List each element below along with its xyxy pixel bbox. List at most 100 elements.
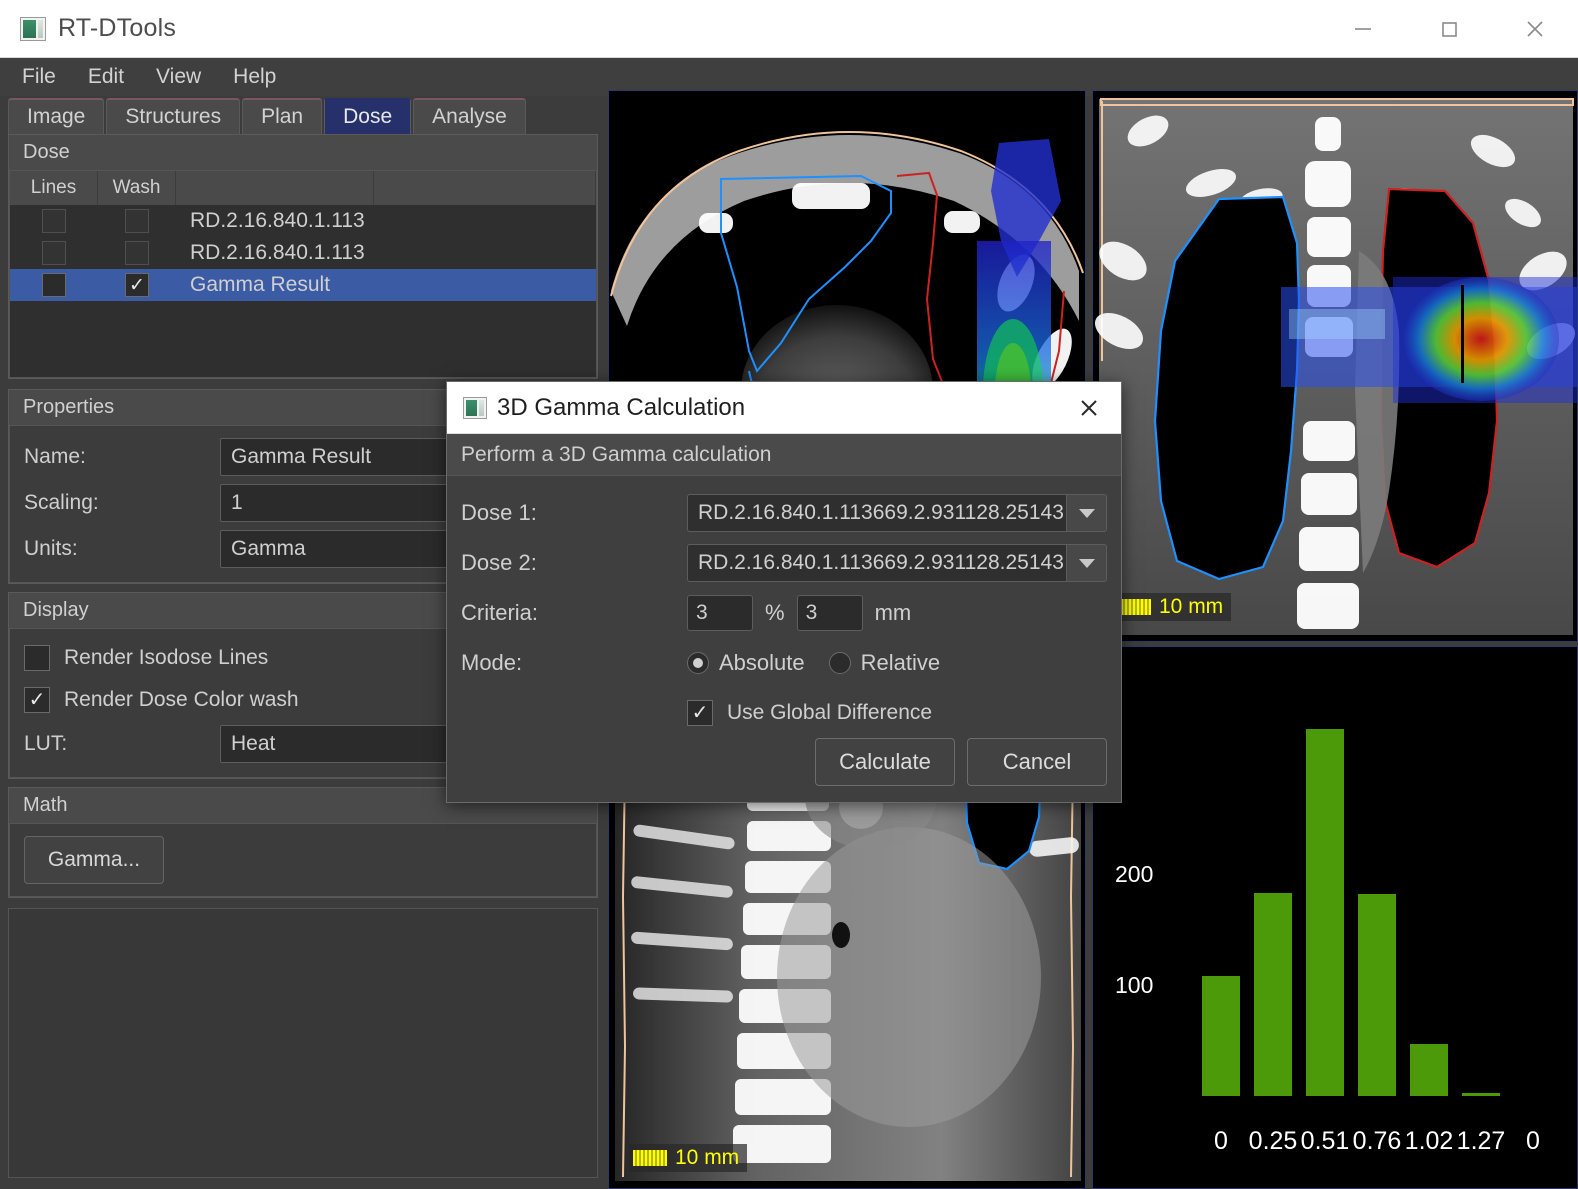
lines-checkbox[interactable] bbox=[42, 241, 66, 265]
tab-structures[interactable]: Structures bbox=[106, 98, 241, 134]
dose-item-label: RD.2.16.840.1.113 bbox=[190, 241, 365, 264]
histogram-bar bbox=[1202, 976, 1240, 1096]
tab-analyse[interactable]: Analyse bbox=[413, 98, 526, 134]
row-wash-cell[interactable] bbox=[98, 209, 176, 233]
units-label: Units: bbox=[24, 537, 78, 560]
dose-list: RD.2.16.840.1.113 RD.2.16.840.1.113 ✓ Ga… bbox=[10, 205, 596, 377]
render-isodose-lines-checkbox[interactable] bbox=[24, 645, 50, 671]
render-isodose-lines-label: Render Isodose Lines bbox=[64, 646, 269, 669]
criteria-mm-input[interactable]: 3 bbox=[796, 595, 863, 631]
histogram-bar bbox=[1410, 1043, 1448, 1096]
gamma-histogram-view[interactable]: 0 0.25 0.51 0.76 1.02 1.27 0 200 100 bbox=[1092, 646, 1578, 1189]
gamma-histogram-plot: 0 0.25 0.51 0.76 1.02 1.27 0 200 100 bbox=[1093, 647, 1577, 1188]
dose2-select[interactable]: RD.2.16.840.1.113669.2.931128.25143 bbox=[687, 544, 1107, 582]
check-icon: ✓ bbox=[28, 689, 46, 711]
mode-label: Mode: bbox=[461, 650, 523, 675]
coronal-scalebar: 10 mm bbox=[1113, 593, 1232, 621]
table-row[interactable]: RD.2.16.840.1.113 bbox=[10, 237, 596, 269]
tab-plan[interactable]: Plan bbox=[242, 98, 323, 134]
dose-item-label: Gamma Result bbox=[190, 273, 331, 296]
dialog-body: Dose 1: RD.2.16.840.1.113669.2.931128.25… bbox=[447, 476, 1121, 738]
dialog-close-button[interactable] bbox=[1057, 382, 1121, 433]
radio-absolute[interactable] bbox=[687, 652, 709, 674]
dose-table: Lines Wash RD.2.16.840.1.113 RD.2.16.840… bbox=[9, 171, 597, 378]
menu-view[interactable]: View bbox=[144, 62, 213, 92]
scaling-label: Scaling: bbox=[24, 491, 99, 514]
window-titlebar: RT-DTools bbox=[0, 0, 1578, 58]
row-lines-cell[interactable] bbox=[10, 209, 98, 233]
minimize-button[interactable] bbox=[1320, 0, 1406, 57]
menu-edit[interactable]: Edit bbox=[76, 62, 136, 92]
tab-strip: Image Structures Plan Dose Analyse bbox=[0, 96, 606, 134]
menu-help[interactable]: Help bbox=[221, 62, 288, 92]
criteria-row: Criteria: 3 % 3 mm bbox=[461, 588, 1107, 638]
wash-checkbox[interactable]: ✓ bbox=[125, 273, 149, 297]
histogram-y-tick: 100 bbox=[1115, 971, 1154, 998]
coronal-ct-view[interactable]: 10 mm bbox=[1092, 90, 1578, 642]
histogram-x-tick: 0 bbox=[1214, 1127, 1228, 1155]
dose1-label: Dose 1: bbox=[461, 500, 537, 525]
check-icon: ✓ bbox=[691, 702, 709, 724]
histogram-x-tick: 0.51 bbox=[1300, 1127, 1350, 1155]
table-row[interactable]: RD.2.16.840.1.113 bbox=[10, 205, 596, 237]
chevron-down-icon[interactable] bbox=[1067, 544, 1107, 582]
histogram-x-tick: 0 bbox=[1526, 1127, 1540, 1155]
window-title: RT-DTools bbox=[58, 14, 177, 42]
dose-group-header: Dose bbox=[9, 135, 597, 171]
column-name[interactable] bbox=[176, 171, 374, 205]
lines-checkbox[interactable] bbox=[42, 209, 66, 233]
sagittal-scalebar: 10 mm bbox=[629, 1144, 748, 1172]
criteria-percent-input[interactable]: 3 bbox=[687, 595, 753, 631]
global-difference-row[interactable]: ✓ Use Global Difference bbox=[461, 688, 1107, 738]
dialog-app-icon bbox=[463, 396, 487, 419]
menu-file[interactable]: File bbox=[10, 62, 68, 92]
column-wash[interactable]: Wash bbox=[98, 171, 176, 205]
use-global-difference-checkbox[interactable]: ✓ bbox=[687, 700, 713, 726]
column-extra[interactable] bbox=[374, 171, 596, 205]
gamma-button[interactable]: Gamma... bbox=[24, 836, 164, 884]
calculate-button[interactable]: Calculate bbox=[815, 738, 955, 786]
use-global-difference-label: Use Global Difference bbox=[727, 701, 933, 724]
row-lines-cell[interactable] bbox=[10, 273, 98, 297]
app-icon bbox=[20, 16, 46, 41]
tab-image[interactable]: Image bbox=[8, 98, 105, 134]
math-body: Gamma... bbox=[9, 824, 597, 897]
coronal-ct-image bbox=[1093, 91, 1577, 641]
window-controls bbox=[1320, 0, 1578, 57]
column-lines[interactable]: Lines bbox=[10, 171, 98, 205]
cancel-button[interactable]: Cancel bbox=[967, 738, 1107, 786]
criteria-label: Criteria: bbox=[461, 600, 539, 625]
mm-unit-label: mm bbox=[874, 600, 912, 625]
wash-checkbox[interactable] bbox=[125, 209, 149, 233]
math-group: Math Gamma... bbox=[8, 787, 598, 898]
ruler-icon bbox=[1117, 599, 1151, 615]
dialog-buttons: Calculate Cancel bbox=[815, 738, 1107, 786]
dose-group: Dose Lines Wash RD.2.16.840.1.113 RD.2.1… bbox=[8, 134, 598, 379]
lines-checkbox[interactable] bbox=[42, 273, 66, 297]
gamma-calculation-dialog: 3D Gamma Calculation Perform a 3D Gamma … bbox=[446, 381, 1122, 803]
radio-relative[interactable] bbox=[828, 652, 851, 674]
dose-item-label: RD.2.16.840.1.113 bbox=[190, 209, 365, 232]
wash-checkbox[interactable] bbox=[125, 241, 149, 265]
tab-dose[interactable]: Dose bbox=[324, 98, 412, 134]
name-label: Name: bbox=[24, 445, 86, 468]
chevron-down-icon[interactable] bbox=[1067, 494, 1107, 532]
row-wash-cell[interactable] bbox=[98, 241, 176, 265]
render-dose-colorwash-label: Render Dose Color wash bbox=[64, 688, 299, 711]
lut-label: LUT: bbox=[24, 732, 68, 755]
mode-relative-label: Relative bbox=[860, 650, 941, 675]
histogram-x-tick: 0.25 bbox=[1248, 1127, 1298, 1155]
dose1-select[interactable]: RD.2.16.840.1.113669.2.931128.25143 bbox=[687, 494, 1107, 532]
dose2-label: Dose 2: bbox=[461, 550, 537, 575]
mode-relative-option[interactable]: Relative bbox=[828, 650, 941, 676]
row-wash-cell[interactable]: ✓ bbox=[98, 273, 176, 297]
close-button[interactable] bbox=[1492, 0, 1578, 57]
dose-table-header: Lines Wash bbox=[10, 171, 596, 205]
table-row[interactable]: ✓ Gamma Result bbox=[10, 269, 596, 301]
dialog-subtitle: Perform a 3D Gamma calculation bbox=[447, 434, 1121, 476]
ruler-icon bbox=[633, 1150, 667, 1166]
row-lines-cell[interactable] bbox=[10, 241, 98, 265]
maximize-button[interactable] bbox=[1406, 0, 1492, 57]
mode-absolute-option[interactable]: Absolute bbox=[687, 650, 805, 676]
render-dose-colorwash-checkbox[interactable]: ✓ bbox=[24, 687, 50, 713]
